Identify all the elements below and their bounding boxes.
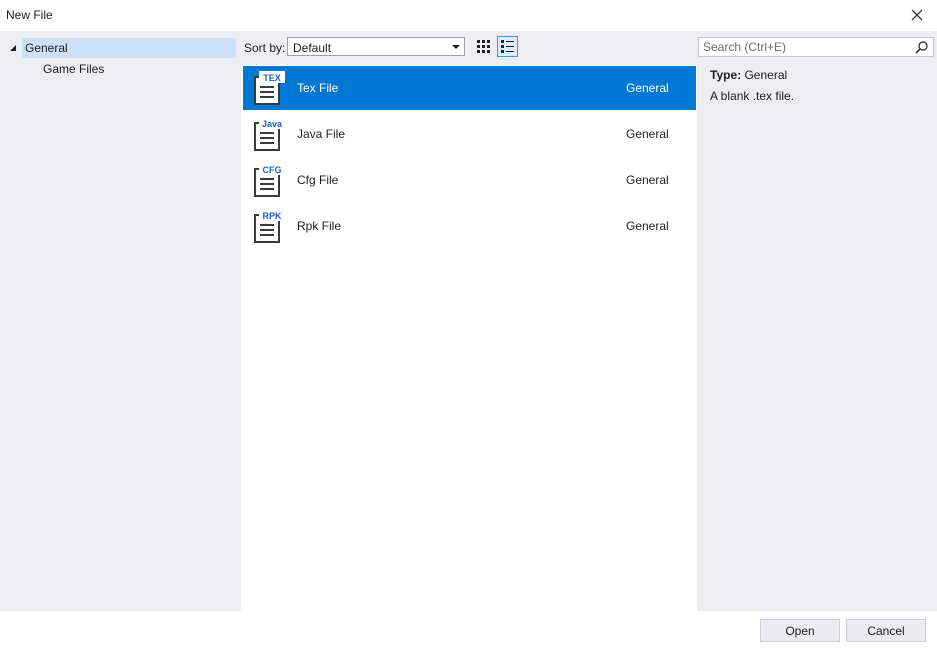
cancel-button[interactable]: Cancel bbox=[846, 619, 926, 642]
search-icon[interactable] bbox=[915, 41, 928, 54]
file-category: General bbox=[626, 219, 669, 233]
template-list: TEX Tex File General Java Java File Gene… bbox=[241, 65, 697, 611]
tex-file-icon: TEX bbox=[254, 71, 285, 105]
type-label: Type: bbox=[710, 68, 742, 82]
file-badge-text: CFG bbox=[263, 165, 282, 175]
file-name: Tex File bbox=[297, 81, 339, 95]
java-file-icon: Java bbox=[254, 117, 285, 151]
type-value: General bbox=[744, 68, 788, 82]
tree-item-label: General bbox=[25, 41, 68, 55]
file-category: General bbox=[626, 127, 669, 141]
file-name: Cfg File bbox=[297, 173, 339, 187]
tree-item-general[interactable]: General bbox=[22, 38, 236, 58]
grid-view-icon bbox=[477, 40, 490, 53]
file-badge-text: TEX bbox=[263, 73, 281, 83]
file-name: Java File bbox=[297, 127, 346, 141]
chevron-down-icon bbox=[452, 45, 460, 49]
file-category: General bbox=[626, 81, 669, 95]
template-description: A blank .tex file. bbox=[710, 89, 795, 103]
tree-item-game-files[interactable]: Game Files bbox=[22, 59, 236, 79]
open-button[interactable]: Open bbox=[760, 619, 840, 642]
close-icon bbox=[911, 9, 923, 21]
tree-item-label: Game Files bbox=[43, 62, 105, 76]
category-tree: General Game Files bbox=[0, 31, 241, 611]
file-badge-text: RPK bbox=[262, 211, 282, 221]
rpk-file-icon: RPK bbox=[254, 209, 285, 243]
list-item-tex-file[interactable]: TEX Tex File General bbox=[243, 66, 696, 110]
type-info: Type: General bbox=[710, 68, 787, 82]
sort-label: Sort by: bbox=[244, 41, 286, 55]
list-view-button[interactable] bbox=[497, 36, 518, 57]
search-box[interactable] bbox=[698, 37, 934, 57]
cfg-file-icon: CFG bbox=[254, 163, 285, 197]
button-bar: Open Cancel bbox=[0, 611, 937, 648]
details-pane: Type: General A blank .tex file. bbox=[697, 31, 937, 611]
sort-dropdown[interactable]: Default bbox=[287, 37, 465, 56]
sort-value: Default bbox=[293, 41, 332, 55]
file-category: General bbox=[626, 173, 669, 187]
list-view-icon bbox=[501, 40, 514, 53]
list-item-java-file[interactable]: Java Java File General bbox=[243, 112, 696, 156]
window-title: New File bbox=[6, 8, 53, 22]
file-badge-text: Java bbox=[262, 119, 283, 129]
file-name: Rpk File bbox=[297, 219, 342, 233]
close-button[interactable] bbox=[903, 3, 931, 27]
toolbar: Sort by: Default bbox=[241, 31, 697, 65]
expand-arrow-icon[interactable] bbox=[9, 44, 17, 52]
list-item-cfg-file[interactable]: CFG Cfg File General bbox=[243, 158, 696, 202]
grid-view-button[interactable] bbox=[473, 36, 494, 57]
title-bar: New File bbox=[0, 0, 937, 31]
search-input[interactable] bbox=[703, 40, 903, 54]
list-item-rpk-file[interactable]: RPK Rpk File General bbox=[243, 204, 696, 248]
